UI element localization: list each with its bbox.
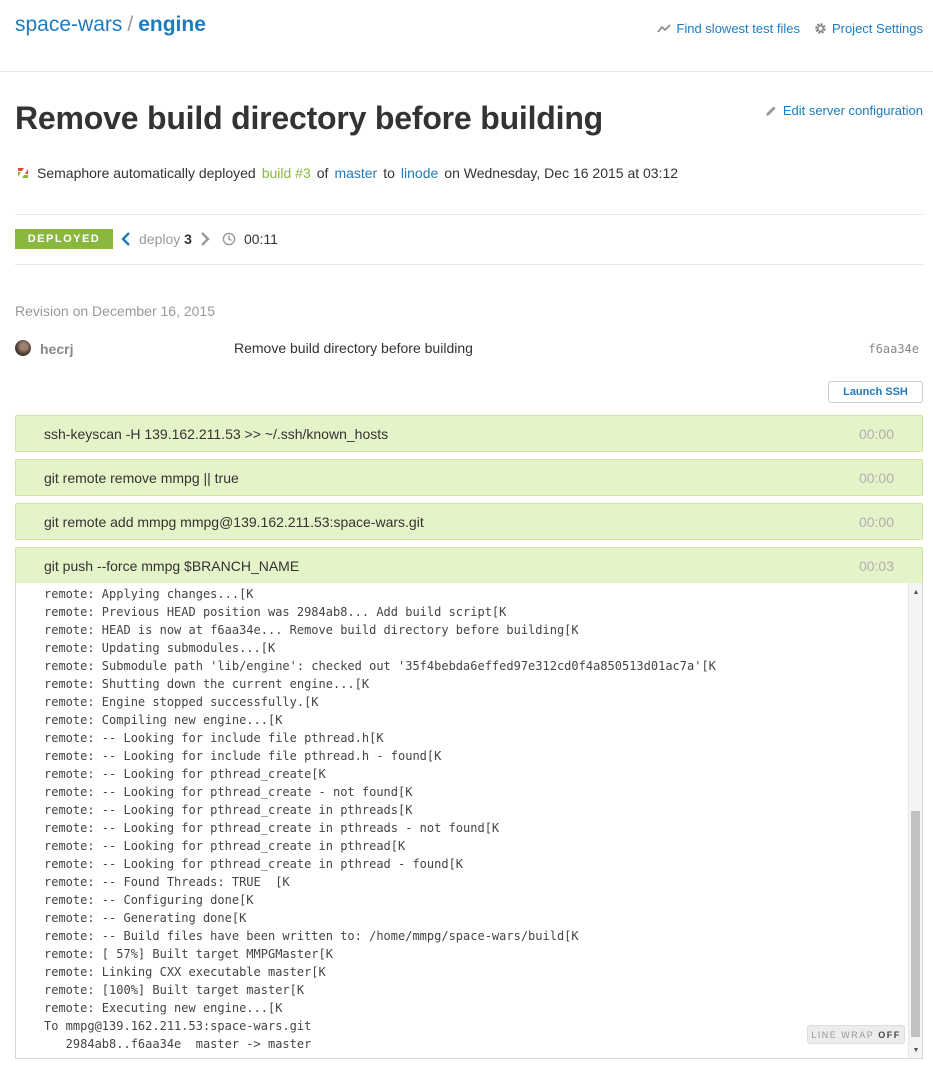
find-slowest-tests-link[interactable]: Find slowest test files bbox=[657, 21, 800, 36]
chart-line-icon bbox=[657, 23, 671, 34]
deploy-number-value: 3 bbox=[184, 231, 192, 247]
line-wrap-toggle[interactable]: LINE WRAP OFF bbox=[807, 1025, 905, 1044]
log-line: remote: -- Looking for pthread_create in… bbox=[44, 857, 464, 871]
clock-icon bbox=[222, 232, 236, 246]
scroll-thumb[interactable] bbox=[911, 811, 920, 1037]
top-bar: space-wars / engine Find slowest test file… bbox=[0, 0, 933, 72]
launch-ssh-button[interactable]: Launch SSH bbox=[828, 381, 923, 403]
deploy-prefix: Semaphore automatically deployed bbox=[37, 165, 256, 181]
scroll-down-icon[interactable]: ▼ bbox=[909, 1043, 922, 1057]
command-row[interactable]: git remote add mmpg mmpg@139.162.211.53:… bbox=[15, 503, 923, 540]
status-badge: DEPLOYED bbox=[15, 229, 113, 249]
command-time: 00:00 bbox=[858, 470, 894, 486]
log-line: remote: Shutting down the current engine… bbox=[44, 677, 370, 691]
edit-server-config-link[interactable]: Edit server configuration bbox=[765, 103, 923, 118]
command-row[interactable]: ssh-keyscan -H 139.162.211.53 >> ~/.ssh/… bbox=[15, 415, 923, 452]
command-time: 00:00 bbox=[858, 426, 894, 442]
commit-message: Remove build directory before building bbox=[234, 340, 473, 356]
chevron-left-icon[interactable] bbox=[121, 232, 131, 246]
deploy-datetime: on Wednesday, Dec 16 2015 at 03:12 bbox=[444, 165, 679, 181]
log-line: remote: -- Looking for include file pthr… bbox=[44, 749, 442, 763]
log-line: remote: HEAD is now at f6aa34e... Remove… bbox=[44, 623, 579, 637]
find-slowest-tests-label: Find slowest test files bbox=[676, 21, 800, 36]
deploy-number: deploy 3 bbox=[139, 231, 192, 247]
log-line: remote: Updating submodules...[K bbox=[44, 641, 276, 655]
breadcrumb: space-wars / engine bbox=[15, 13, 206, 37]
log-line: remote: -- Looking for pthread_create - … bbox=[44, 785, 413, 799]
log-line: remote: Compiling new engine...[K bbox=[44, 713, 283, 727]
log-line: remote: Linking CXX executable master[K bbox=[44, 965, 326, 979]
command-row[interactable]: git remote remove mmpg || true 00:00 bbox=[15, 459, 923, 496]
log-line: remote: -- Looking for pthread_create[K bbox=[44, 767, 326, 781]
log-line: remote: Executing new engine...[K bbox=[44, 1001, 283, 1015]
project-link[interactable]: space-wars bbox=[15, 13, 122, 36]
build-link[interactable]: build #3 bbox=[262, 165, 311, 181]
log-line: remote: Applying changes...[K bbox=[44, 587, 254, 601]
command-row-expanded[interactable]: git push --force mmpg $BRANCH_NAME 00:03 bbox=[15, 547, 923, 584]
command-time: 00:03 bbox=[858, 558, 894, 574]
repo-link[interactable]: engine bbox=[138, 13, 206, 36]
log-line: remote: -- Found Threads: TRUE [K bbox=[44, 875, 290, 889]
breadcrumb-separator: / bbox=[127, 13, 134, 36]
server-link[interactable]: linode bbox=[401, 165, 438, 181]
log-line: remote: -- Configuring done[K bbox=[44, 893, 254, 907]
log-line: To mmpg@139.162.211.53:space-wars.git bbox=[44, 1019, 312, 1033]
divider bbox=[15, 264, 923, 265]
deploy-word: deploy bbox=[139, 231, 181, 247]
log-line: remote: -- Looking for pthread_create in… bbox=[44, 821, 500, 835]
log-line: remote: [ 57%] Built target MMPGMaster[K bbox=[44, 947, 333, 961]
commit-author: hecrj bbox=[40, 341, 74, 357]
line-wrap-label: LINE WRAP bbox=[811, 1029, 875, 1040]
log-line: 2984ab8..f6aa34e master -> master bbox=[44, 1037, 312, 1051]
deploy-duration: 00:11 bbox=[243, 231, 278, 247]
command-time: 00:00 bbox=[858, 514, 894, 530]
page-title: Remove build directory before building bbox=[15, 100, 604, 136]
log-line: remote: -- Generating done[K bbox=[44, 911, 247, 925]
semaphore-logo-icon bbox=[15, 165, 31, 181]
edit-server-config-label: Edit server configuration bbox=[782, 103, 923, 118]
log-line: remote: [100%] Built target master[K bbox=[44, 983, 305, 997]
branch-link[interactable]: master bbox=[334, 165, 377, 181]
project-settings-link[interactable]: Project Settings bbox=[814, 21, 923, 36]
pencil-icon bbox=[765, 105, 777, 117]
command-text: git remote remove mmpg || true bbox=[44, 470, 239, 486]
command-log[interactable]: remote: Applying changes...[K remote: Pre… bbox=[15, 583, 923, 1059]
line-wrap-state: OFF bbox=[878, 1029, 901, 1040]
command-text: ssh-keyscan -H 139.162.211.53 >> ~/.ssh/… bbox=[44, 426, 389, 442]
scroll-up-icon[interactable]: ▲ bbox=[909, 585, 922, 599]
deploy-to: to bbox=[383, 165, 395, 181]
log-line: remote: Submodule path 'lib/engine': che… bbox=[44, 659, 716, 673]
command-text: git remote add mmpg mmpg@139.162.211.53:… bbox=[44, 514, 424, 530]
gear-icon bbox=[814, 22, 827, 35]
deploy-info: Semaphore automatically deployed build #… bbox=[15, 165, 678, 181]
log-scrollbar[interactable]: ▲ ▼ bbox=[908, 583, 922, 1058]
status-row: DEPLOYED deploy 3 00:11 bbox=[15, 228, 278, 250]
divider bbox=[15, 214, 923, 215]
top-links: Find slowest test files Project Settings bbox=[657, 21, 923, 36]
commit-row: hecrj Remove build directory before buil… bbox=[15, 339, 923, 359]
log-line: remote: -- Looking for include file pthr… bbox=[44, 731, 384, 745]
deploy-of: of bbox=[316, 165, 329, 181]
log-output: remote: Applying changes...[K remote: Pre… bbox=[44, 585, 716, 1053]
log-line: remote: -- Looking for pthread_create in… bbox=[44, 803, 413, 817]
log-line: remote: Previous HEAD position was 2984a… bbox=[44, 605, 507, 619]
commit-sha[interactable]: f6aa34e bbox=[868, 342, 919, 356]
log-line: remote: -- Looking for pthread_create in… bbox=[44, 839, 406, 853]
log-line: remote: -- Build files have been written… bbox=[44, 929, 579, 943]
avatar bbox=[15, 340, 31, 356]
revision-date: Revision on December 16, 2015 bbox=[15, 303, 216, 319]
chevron-right-icon[interactable] bbox=[200, 232, 210, 246]
log-line: remote: Engine stopped successfully.[K bbox=[44, 695, 319, 709]
project-settings-label: Project Settings bbox=[831, 21, 923, 36]
command-text: git push --force mmpg $BRANCH_NAME bbox=[44, 558, 300, 574]
